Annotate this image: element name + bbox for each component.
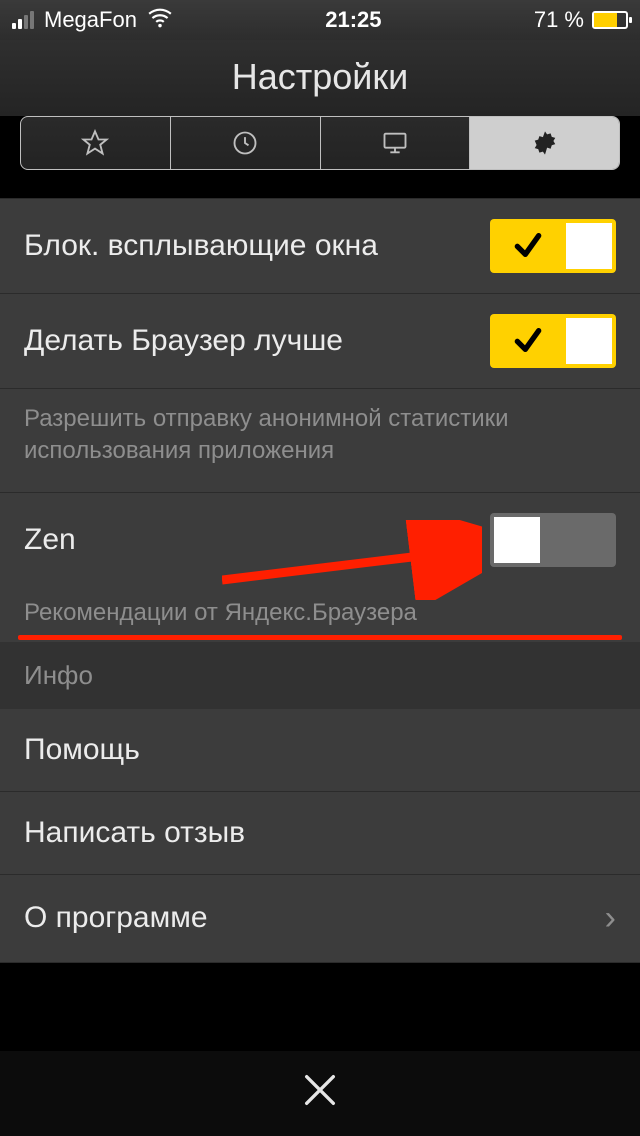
zen-toggle[interactable] [490,513,616,567]
nav-row-help[interactable]: Помощь [0,709,640,792]
status-bar: MegaFon 21:25 71 % [0,0,640,40]
check-icon [512,324,544,356]
tab-desktop[interactable] [320,117,470,169]
tab-settings[interactable] [469,117,619,169]
feedback-label: Написать отзыв [24,816,245,850]
shadow-divider [0,188,640,198]
nav-row-feedback[interactable]: Написать отзыв [0,792,640,875]
about-label: О программе [24,901,208,935]
status-right: 71 % [534,7,628,33]
annotation-underline [18,635,622,640]
block-popups-label: Блок. всплывающие окна [24,229,378,263]
chevron-right-icon: › [605,899,616,938]
zen-block: Zen Рекомендации от Яндекс.Браузера [0,492,640,642]
check-icon [512,229,544,261]
wifi-icon [147,4,173,36]
page-header: Настройки [0,40,640,116]
row-improve-browser: Делать Браузер лучше [0,294,640,389]
status-time: 21:25 [325,7,381,33]
clock-icon [231,129,259,157]
page-title: Настройки [0,56,640,98]
tab-favorites[interactable] [21,117,170,169]
nav-row-about[interactable]: О программе › [0,875,640,963]
close-bar [0,1050,640,1136]
star-icon [81,129,109,157]
tab-history[interactable] [170,117,320,169]
signal-icon [12,11,34,29]
close-button[interactable] [300,1067,340,1121]
battery-icon [592,11,628,29]
improve-browser-desc: Разрешить отправку анонимной статистики … [0,389,640,492]
section-header-info: Инфо [0,642,640,709]
improve-browser-label: Делать Браузер лучше [24,324,343,358]
zen-label: Zen [24,523,76,557]
help-label: Помощь [24,733,140,767]
row-zen: Zen [0,492,640,587]
row-block-popups: Блок. всплывающие окна [0,198,640,294]
tab-bar [20,116,620,170]
improve-browser-toggle[interactable] [490,314,616,368]
status-left: MegaFon [12,4,173,36]
zen-desc: Рекомендации от Яндекс.Браузера [0,587,640,635]
settings-list: Блок. всплывающие окна Делать Браузер лу… [0,198,640,963]
gear-icon [531,129,559,157]
carrier-label: MegaFon [44,7,137,33]
block-popups-toggle[interactable] [490,219,616,273]
battery-percent: 71 % [534,7,584,33]
monitor-icon [381,129,409,157]
close-icon [300,1070,340,1110]
